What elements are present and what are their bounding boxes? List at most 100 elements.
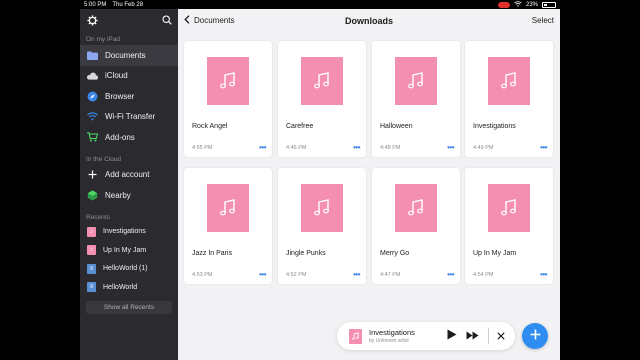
more-options-icon[interactable]: ••• xyxy=(353,144,360,152)
sidebar-item-label: Documents xyxy=(105,50,146,60)
sidebar-item-label: Add-ons xyxy=(105,132,135,142)
file-time: 4:55 PM xyxy=(192,145,213,151)
status-time: 5:00 PM xyxy=(84,1,107,8)
sidebar-item-icloud[interactable]: iCloud xyxy=(80,66,178,87)
file-name: Carefree xyxy=(286,123,314,130)
sidebar-item-label: Add account xyxy=(105,170,150,180)
recent-item[interactable]: ≡ HelloWorld (1) xyxy=(80,260,178,279)
file-time: 4:46 PM xyxy=(286,145,307,151)
sidebar-item-add-account[interactable]: Add account xyxy=(80,165,178,186)
sidebar-toolbar xyxy=(80,9,178,31)
file-card[interactable]: Up In My Jam 4:54 PM ••• xyxy=(465,168,553,284)
status-bar: 5:00 PM Thu Feb 28 23% xyxy=(80,0,560,9)
section-on-my-ipad: On my iPad xyxy=(86,36,120,43)
settings-gear-icon[interactable] xyxy=(87,14,98,26)
sidebar-item-nearby[interactable]: Nearby xyxy=(80,185,178,206)
navigation-bar: Documents Downloads Select xyxy=(178,9,560,32)
more-options-icon[interactable]: ••• xyxy=(447,144,454,152)
section-recents: Recents xyxy=(86,213,110,221)
search-icon[interactable] xyxy=(162,15,172,25)
music-note-icon xyxy=(301,57,343,105)
music-note-icon xyxy=(301,184,343,232)
nearby-icon xyxy=(87,190,98,201)
sidebar-item-label: iCloud xyxy=(105,71,128,81)
section-in-the-cloud: In the Cloud xyxy=(86,155,122,163)
battery-percent: 23% xyxy=(525,1,538,8)
compass-icon xyxy=(87,91,98,102)
plus-icon xyxy=(530,327,541,345)
file-name: Merry Go xyxy=(380,250,410,257)
battery-icon xyxy=(542,1,556,8)
file-time: 4:49 PM xyxy=(473,145,494,151)
cloud-icon xyxy=(87,70,98,81)
more-options-icon[interactable]: ••• xyxy=(540,144,547,152)
sidebar-item-wifi-transfer[interactable]: Wi-Fi Transfer xyxy=(80,107,178,128)
more-options-icon[interactable]: ••• xyxy=(540,271,547,279)
recent-item-label: HelloWorld (1) xyxy=(103,265,148,273)
player-track-title: Investigations xyxy=(369,328,415,337)
music-note-icon xyxy=(207,184,249,232)
file-card[interactable]: Carefree 4:46 PM ••• xyxy=(278,41,366,157)
recent-item[interactable]: ≡ HelloWorld xyxy=(80,278,178,297)
sidebar-item-add-ons[interactable]: Add-ons xyxy=(80,127,178,148)
folder-icon xyxy=(87,50,98,61)
sidebar-item-label: Nearby xyxy=(105,190,131,200)
show-all-recents-button[interactable]: Show all Recents xyxy=(86,300,172,314)
file-time: 4:54 PM xyxy=(473,272,494,278)
file-card[interactable]: Jazz In Paris 4:53 PM ••• xyxy=(184,168,272,284)
ipad-screen: 5:00 PM Thu Feb 28 23% On my iPad Docume… xyxy=(80,0,560,360)
more-options-icon[interactable]: ••• xyxy=(447,271,454,279)
file-card[interactable]: Jingle Punks 4:52 PM ••• xyxy=(278,168,366,284)
music-note-icon xyxy=(349,328,362,344)
file-name: Up In My Jam xyxy=(473,250,517,257)
file-card[interactable]: Merry Go 4:47 PM ••• xyxy=(372,168,460,284)
recent-item[interactable]: ♪ Investigations xyxy=(80,223,178,242)
status-date: Thu Feb 28 xyxy=(112,1,144,8)
music-file-icon: ♪ xyxy=(87,245,96,256)
file-time: 4:52 PM xyxy=(286,272,307,278)
add-button[interactable] xyxy=(522,323,548,349)
document-file-icon: ≡ xyxy=(87,282,96,293)
sidebar-item-browser[interactable]: Browser xyxy=(80,86,178,107)
divider xyxy=(487,328,488,344)
music-note-icon xyxy=(207,57,249,105)
document-file-icon: ≡ xyxy=(87,263,96,274)
main-content: Documents Downloads Select Rock Angel 4:… xyxy=(178,9,560,360)
music-note-icon xyxy=(488,57,530,105)
file-time: 4:47 PM xyxy=(380,272,401,278)
more-options-icon[interactable]: ••• xyxy=(259,144,266,152)
recent-item-label: HelloWorld xyxy=(103,283,138,291)
file-name: Jingle Punks xyxy=(286,250,326,257)
sidebar-item-documents[interactable]: Documents xyxy=(80,45,178,66)
back-button[interactable]: Documents xyxy=(184,15,234,26)
recent-item[interactable]: ♪ Up In My Jam xyxy=(80,241,178,260)
music-note-icon xyxy=(395,57,437,105)
more-options-icon[interactable]: ••• xyxy=(353,271,360,279)
select-button[interactable]: Select xyxy=(532,16,554,25)
screen-recording-icon xyxy=(497,1,510,8)
player-track-artist: by Unknown artist xyxy=(369,338,409,344)
file-card[interactable]: Halloween 4:48 PM ••• xyxy=(372,41,460,157)
recent-item-label: Up In My Jam xyxy=(103,246,147,254)
plus-icon xyxy=(87,169,98,180)
sidebar-item-label: Browser xyxy=(105,91,135,101)
music-file-icon: ♪ xyxy=(87,226,96,237)
file-card[interactable]: Rock Angel 4:55 PM ••• xyxy=(184,41,272,157)
more-options-icon[interactable]: ••• xyxy=(259,271,266,279)
file-card[interactable]: Investigations 4:49 PM ••• xyxy=(465,41,553,157)
file-name: Rock Angel xyxy=(192,123,228,130)
play-icon[interactable] xyxy=(447,327,457,345)
file-name: Jazz In Paris xyxy=(192,250,233,257)
wifi-icon xyxy=(87,111,98,122)
cart-icon xyxy=(87,132,98,143)
file-time: 4:48 PM xyxy=(380,145,401,151)
wifi-status-icon xyxy=(514,0,522,9)
music-note-icon xyxy=(488,184,530,232)
back-button-label: Documents xyxy=(194,16,235,25)
page-title: Downloads xyxy=(344,15,393,26)
recent-item-label: Investigations xyxy=(103,228,146,236)
close-icon[interactable] xyxy=(497,327,505,345)
fast-forward-icon[interactable] xyxy=(466,327,479,345)
file-name: Halloween xyxy=(380,123,413,130)
mini-player[interactable]: Investigations by Unknown artist xyxy=(337,322,515,350)
